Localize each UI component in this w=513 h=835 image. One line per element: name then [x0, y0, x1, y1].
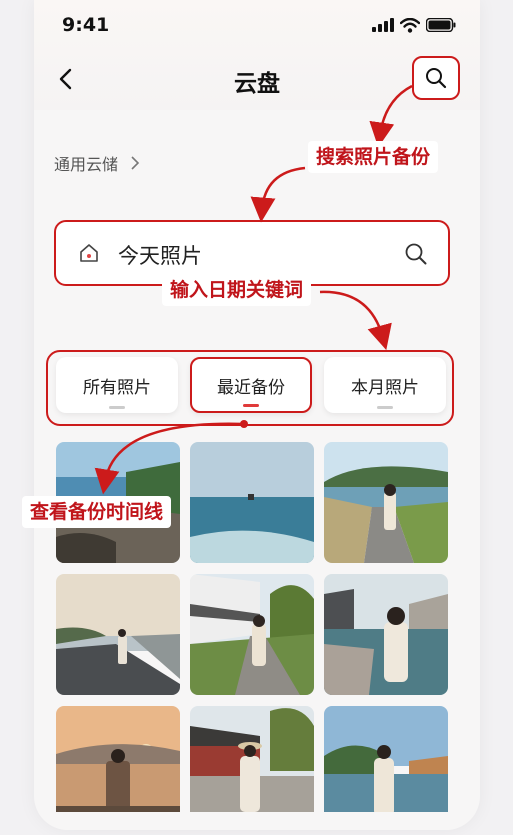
photo-thumbnail[interactable]	[324, 442, 448, 563]
status-time: 9:41	[62, 14, 110, 36]
battery-icon	[426, 18, 456, 32]
storage-link[interactable]: 通用云储	[54, 151, 140, 175]
home-icon	[80, 244, 98, 262]
bottom-fade	[34, 812, 480, 830]
photo-thumbnail[interactable]	[324, 706, 448, 827]
tab-indicator	[109, 406, 125, 409]
annotation-input-keyword: 输入日期关键词	[162, 274, 312, 306]
tab-recent-backup[interactable]: 最近备份	[190, 357, 312, 413]
chevron-right-icon	[131, 156, 140, 170]
annotation-search-photo: 搜索照片备份	[308, 141, 439, 173]
photo-thumbnail[interactable]	[190, 442, 314, 563]
status-icons	[372, 16, 456, 34]
wifi-icon	[400, 17, 420, 33]
photo-thumbnail[interactable]	[56, 706, 180, 827]
search-button[interactable]	[412, 56, 460, 100]
phone-screen: 9:41 云盘 通用云储 今天照片 所有照片 最近备份 本月照片	[34, 0, 480, 830]
tab-all-photos[interactable]: 所有照片	[56, 357, 178, 413]
photo-thumbnail[interactable]	[190, 706, 314, 827]
photo-thumbnail[interactable]	[324, 574, 448, 695]
tab-label: 最近备份	[217, 377, 285, 398]
search-icon[interactable]	[404, 242, 428, 266]
tab-label: 所有照片	[83, 377, 151, 398]
tab-label: 本月照片	[351, 377, 419, 398]
annotation-view-timeline: 查看备份时间线	[22, 496, 172, 528]
photo-thumbnail[interactable]	[56, 574, 180, 695]
tab-indicator	[377, 406, 393, 409]
photo-thumbnail[interactable]	[190, 574, 314, 695]
tab-indicator	[243, 404, 259, 407]
signal-icon	[372, 18, 394, 32]
storage-label: 通用云储	[54, 155, 119, 174]
tab-this-month[interactable]: 本月照片	[324, 357, 446, 413]
search-icon	[426, 68, 447, 89]
search-input[interactable]: 今天照片	[118, 240, 202, 270]
